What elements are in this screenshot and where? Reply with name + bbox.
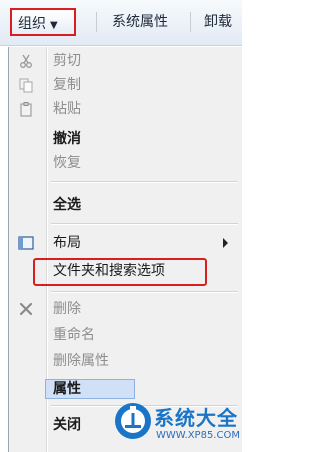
menu-item-redo[interactable]: 恢复 [9, 151, 242, 175]
menu-separator [51, 223, 238, 225]
copy-icon [19, 78, 33, 93]
menu-item-cut[interactable]: 剪切 [9, 49, 242, 73]
uninstall-button[interactable]: 卸载 [204, 8, 232, 36]
organize-label: 组织 [18, 16, 46, 32]
layout-icon [18, 236, 34, 250]
menu-item-select-all[interactable]: 全选 [9, 193, 242, 217]
watermark: 系统大全 WWW.XP85.COM [112, 398, 242, 452]
menu-item-label: 撤消 [53, 131, 81, 147]
menu-item-label: 布局 [53, 235, 81, 251]
watermark-logo-icon [115, 403, 151, 439]
menu-item-layout[interactable]: 布局 [9, 231, 242, 255]
menu-item-label: 剪切 [53, 53, 81, 69]
menu-item-copy[interactable]: 复制 [9, 73, 242, 97]
menu-item-label: 属性 [53, 381, 81, 397]
menu-item-label: 复制 [53, 77, 81, 93]
submenu-arrow-icon [223, 238, 228, 248]
dropdown-arrow-icon: ▼ [50, 20, 58, 31]
menu-item-label: 粘贴 [53, 101, 81, 117]
menu-item-label: 全选 [53, 197, 81, 213]
organize-button[interactable]: 组织 ▼ [10, 8, 76, 36]
menu-item-remove-properties[interactable]: 删除属性 [9, 349, 242, 373]
menu-separator [51, 291, 238, 293]
menu-item-delete[interactable]: 删除 [9, 297, 242, 321]
scissors-icon [20, 54, 32, 68]
system-properties-button[interactable]: 系统属性 [112, 8, 168, 36]
menu-separator [51, 181, 238, 183]
menu-item-label: 恢复 [53, 155, 81, 171]
watermark-title: 系统大全 [154, 406, 238, 430]
clipboard-icon [20, 102, 32, 117]
menu-item-label: 关闭 [53, 417, 81, 433]
command-bar: 组织 ▼ 系统属性 卸载 [0, 0, 242, 46]
watermark-url: WWW.XP85.COM [156, 430, 240, 441]
menu-item-undo[interactable]: 撤消 [9, 127, 242, 151]
toolbar-separator [96, 12, 97, 32]
menu-item-paste[interactable]: 粘贴 [9, 97, 242, 121]
menu-item-rename[interactable]: 重命名 [9, 323, 242, 347]
organize-menu: 剪切 复制 粘贴 撤消 恢复 全选 布局 文件夹和搜索选项 删除 重命名 删除属… [8, 47, 242, 452]
delete-x-icon [19, 302, 33, 316]
menu-item-label: 删除属性 [53, 353, 109, 369]
toolbar-separator [190, 12, 191, 32]
folder-options-red-outline [33, 258, 207, 286]
menu-item-label: 删除 [53, 301, 81, 317]
menu-item-label: 重命名 [53, 327, 95, 343]
